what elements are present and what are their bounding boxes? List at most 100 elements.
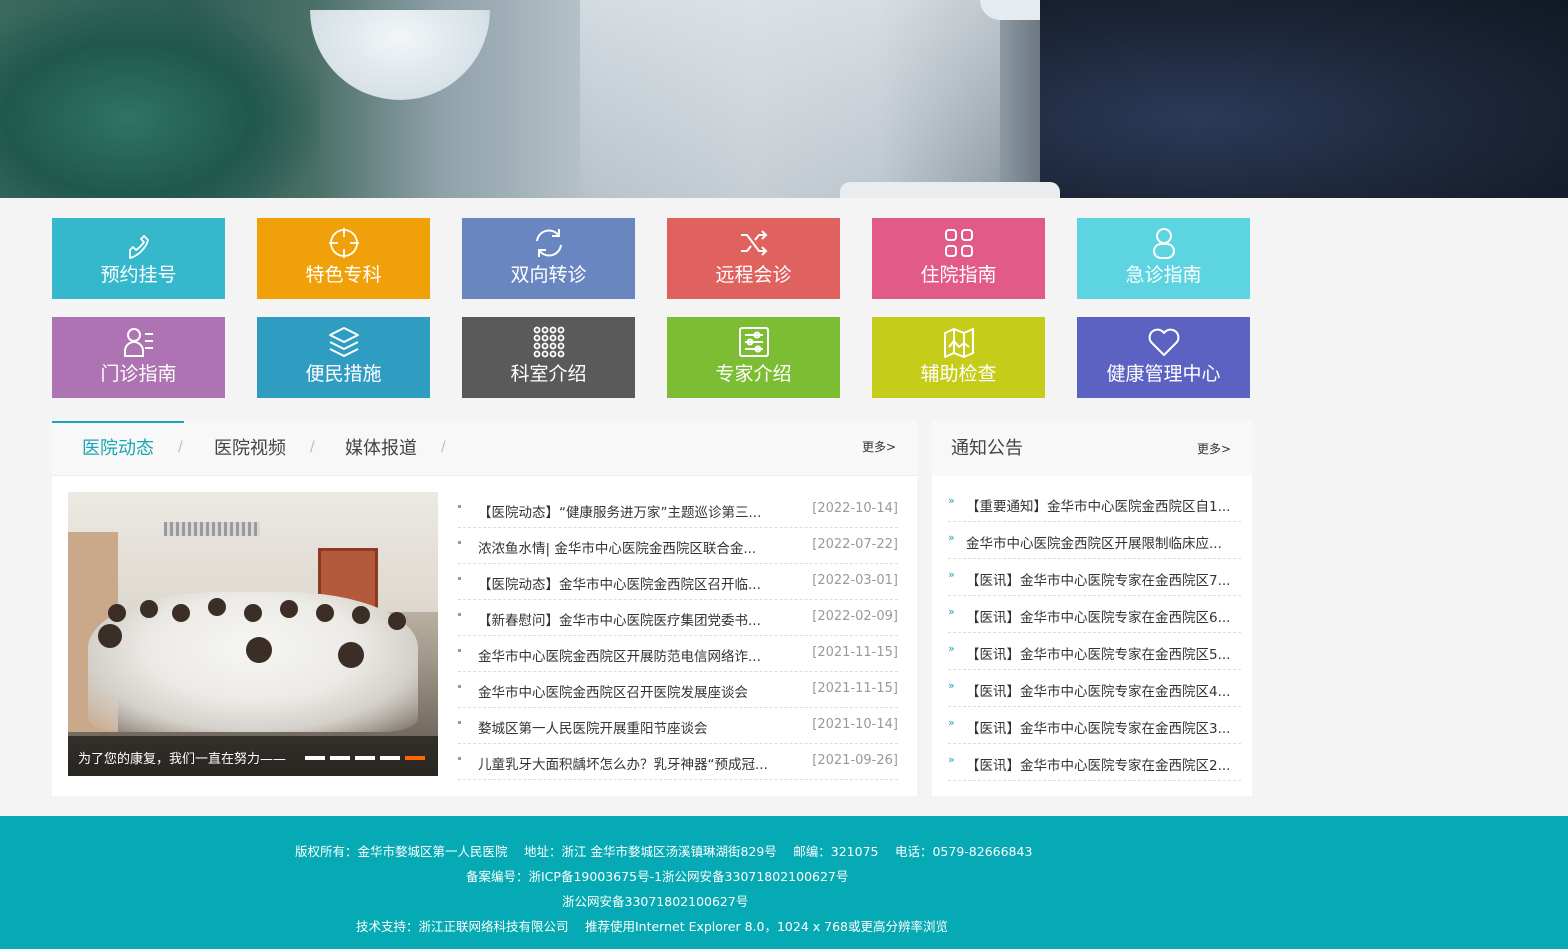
bullet — [458, 685, 461, 688]
footer-tech-support: 技术支持：浙江正联网络科技有限公司 推荐使用Internet Explorer … — [356, 919, 948, 934]
news-item[interactable]: 【医院动态】金华市中心医院金西院区召开临... [2022-03-01] — [458, 564, 898, 600]
site-footer: 版权所有：金华市婺城区第一人民医院 地址：浙江 金华市婺城区汤溪镇琳湖街829号… — [0, 816, 1568, 949]
slide-photo-head — [98, 624, 122, 648]
tile-label: 门诊指南 — [100, 363, 177, 385]
notice-item[interactable]: » 【医讯】金华市中心医院专家在金西院区5... — [948, 633, 1241, 670]
slider-dot[interactable] — [380, 756, 400, 760]
slide-photo-head — [140, 600, 158, 618]
tile-label: 预约挂号 — [100, 264, 177, 286]
news-date: [2021-10-14] — [812, 717, 898, 732]
photo-slider[interactable]: 为了您的康复，我们一直在努力—— — [68, 492, 438, 776]
notice-item[interactable]: » 【医讯】金华市中心医院专家在金西院区7... — [948, 559, 1241, 596]
person-icon — [1077, 226, 1250, 260]
news-date: [2022-10-14] — [812, 501, 898, 516]
slide-caption: 为了您的康复，我们一直在努力—— — [78, 752, 287, 767]
notice-item-title[interactable]: 【医讯】金华市中心医院专家在金西院区4... — [966, 680, 1241, 700]
footer-police-record[interactable]: 浙公网安备33071802100627号 — [562, 891, 748, 910]
tile-specialty[interactable]: 特色专科 — [257, 218, 430, 299]
tab-separator: / — [310, 439, 315, 455]
news-item[interactable]: 儿童乳牙大面积龋坏怎么办？乳牙神器“预成冠... [2021-09-26] — [458, 744, 898, 780]
tile-referral[interactable]: 双向转诊 — [462, 218, 635, 299]
slider-dot-active[interactable] — [405, 756, 425, 760]
notice-item-title[interactable]: 【医讯】金华市中心医院专家在金西院区7... — [966, 569, 1241, 589]
news-item[interactable]: 金华市中心医院金西院区召开医院发展座谈会 [2021-11-15] — [458, 672, 898, 708]
bullet — [458, 577, 461, 580]
notice-item-title[interactable]: 【医讯】金华市中心医院专家在金西院区5... — [966, 643, 1241, 663]
notice-item-title[interactable]: 【医讯】金华市中心医院专家在金西院区2... — [966, 754, 1241, 774]
bullet — [458, 721, 461, 724]
news-item[interactable]: 婺城区第一人民医院开展重阳节座谈会 [2021-10-14] — [458, 708, 898, 744]
slide-photo-head — [388, 612, 406, 630]
banner-surgeon-left — [0, 0, 320, 198]
bullet — [458, 541, 461, 544]
slider-dot[interactable] — [305, 756, 325, 760]
tab-hospital-news[interactable]: 医院动态 — [82, 437, 154, 461]
news-title[interactable]: 儿童乳牙大面积龋坏怎么办？乳牙神器“预成冠... — [478, 753, 788, 773]
tile-appointment[interactable]: 预约挂号 — [52, 218, 225, 299]
tile-emergency-guide[interactable]: 急诊指南 — [1077, 218, 1250, 299]
news-item[interactable]: 浓浓鱼水情| 金华市中心医院金西院区联合金... [2022-07-22] — [458, 528, 898, 564]
tile-convenience[interactable]: 便民措施 — [257, 317, 430, 398]
news-more-link[interactable]: 更多> — [862, 438, 896, 455]
chevron-right-icon: » — [948, 494, 955, 507]
user-list-icon — [52, 325, 225, 359]
slider-dot[interactable] — [355, 756, 375, 760]
tile-label: 特色专科 — [305, 264, 382, 286]
news-item[interactable]: 【医院动态】“健康服务进万家”主题巡诊第三... [2022-10-14] — [458, 492, 898, 528]
news-title[interactable]: 金华市中心医院金西院区开展防范电信网络诈... — [478, 645, 788, 665]
news-panel: 医院动态 / 医院视频 / 媒体报道 / 更多> 为了您的康复，我们一直在努力—… — [52, 421, 917, 796]
tab-hospital-video[interactable]: 医院视频 — [214, 437, 286, 461]
sliders-icon — [667, 325, 840, 359]
slide-photo-head — [244, 604, 262, 622]
tile-departments[interactable]: 科室介绍 — [462, 317, 635, 398]
slider-dot[interactable] — [330, 756, 350, 760]
notice-item-title[interactable]: 金华市中心医院金西院区开展限制临床应... — [966, 532, 1241, 552]
notice-item[interactable]: » 【医讯】金华市中心医院专家在金西院区3... — [948, 707, 1241, 744]
notice-item-title[interactable]: 【医讯】金华市中心医院专家在金西院区6... — [966, 606, 1241, 626]
tile-inpatient-guide[interactable]: 住院指南 — [872, 218, 1045, 299]
notice-item-title[interactable]: 【医讯】金华市中心医院专家在金西院区3... — [966, 717, 1241, 737]
tab-separator: / — [441, 439, 446, 455]
chevron-right-icon: » — [948, 531, 955, 544]
chevron-right-icon: » — [948, 605, 955, 618]
notice-more-link[interactable]: 更多> — [1197, 440, 1231, 457]
refresh-icon — [462, 226, 635, 260]
tile-label: 远程会诊 — [715, 264, 792, 286]
footer-copyright: 版权所有：金华市婺城区第一人民医院 地址：浙江 金华市婺城区汤溪镇琳湖街829号… — [295, 844, 1033, 859]
bullet — [458, 757, 461, 760]
notice-item[interactable]: » 【医讯】金华市中心医院专家在金西院区4... — [948, 670, 1241, 707]
news-item[interactable]: 金华市中心医院金西院区开展防范电信网络诈... [2021-11-15] — [458, 636, 898, 672]
tile-label: 双向转诊 — [510, 264, 587, 286]
shuffle-icon — [667, 226, 840, 260]
news-title[interactable]: 【新春慰问】金华市中心医院医疗集团党委书... — [478, 609, 788, 629]
map-icon — [872, 325, 1045, 359]
news-title[interactable]: 【医院动态】金华市中心医院金西院区召开临... — [478, 573, 788, 593]
news-item[interactable]: 【新春慰问】金华市中心医院医疗集团党委书... [2022-02-09] — [458, 600, 898, 636]
slide-photo-head — [246, 637, 272, 663]
slide-photo-head — [108, 604, 126, 622]
news-title[interactable]: 浓浓鱼水情| 金华市中心医院金西院区联合金... — [478, 537, 788, 557]
slide-photo-head — [338, 642, 364, 668]
footer-icp[interactable]: 备案编号：浙ICP备19003675号-1浙公网安备33071802100627… — [466, 866, 848, 885]
tile-health-center[interactable]: 健康管理中心 — [1077, 317, 1250, 398]
bullet — [458, 613, 461, 616]
tab-media-reports[interactable]: 媒体报道 — [345, 437, 417, 461]
slide-photo-head — [352, 606, 370, 624]
tile-label: 专家介绍 — [715, 363, 792, 385]
tile-experts[interactable]: 专家介绍 — [667, 317, 840, 398]
notice-item[interactable]: » 【医讯】金华市中心医院专家在金西院区2... — [948, 744, 1241, 781]
tile-label: 急诊指南 — [1125, 264, 1202, 286]
notice-item[interactable]: » 【重要通知】金华市中心医院金西院区自1... — [948, 485, 1241, 522]
notice-item[interactable]: » 金华市中心医院金西院区开展限制临床应... — [948, 522, 1241, 559]
tile-auxiliary-exam[interactable]: 辅助检查 — [872, 317, 1045, 398]
news-date: [2021-09-26] — [812, 753, 898, 768]
tile-outpatient-guide[interactable]: 门诊指南 — [52, 317, 225, 398]
hero-banner — [0, 0, 1568, 198]
notice-item-title[interactable]: 【重要通知】金华市中心医院金西院区自1... — [966, 495, 1241, 515]
notice-item[interactable]: » 【医讯】金华市中心医院专家在金西院区6... — [948, 596, 1241, 633]
news-title[interactable]: 婺城区第一人民医院开展重阳节座谈会 — [478, 717, 788, 737]
chevron-right-icon: » — [948, 642, 955, 655]
news-title[interactable]: 金华市中心医院金西院区召开医院发展座谈会 — [478, 681, 788, 701]
tile-remote-consult[interactable]: 远程会诊 — [667, 218, 840, 299]
news-title[interactable]: 【医院动态】“健康服务进万家”主题巡诊第三... — [478, 501, 788, 521]
